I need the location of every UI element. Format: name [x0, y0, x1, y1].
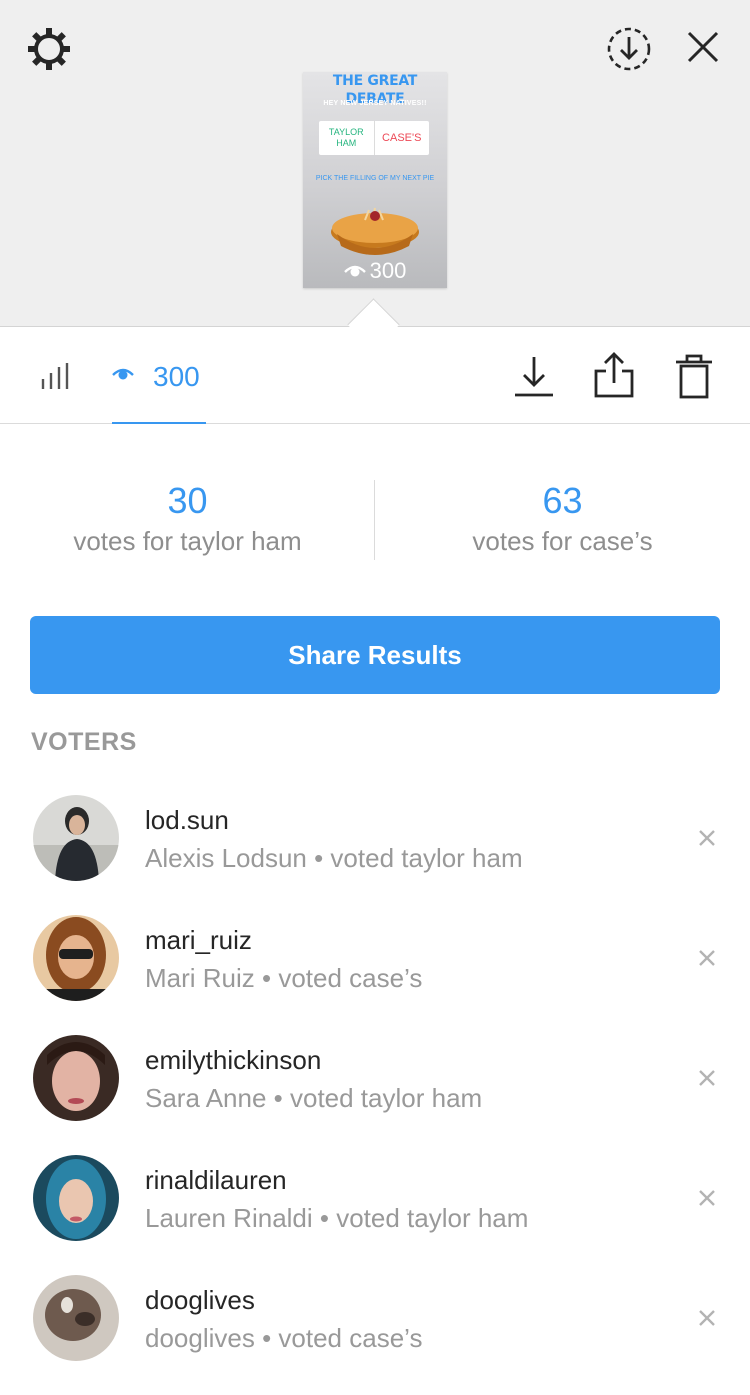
share-button[interactable] [592, 351, 636, 399]
list-item[interactable]: mari_ruiz Mari Ruiz • voted case’s [0, 915, 750, 1035]
poll-results: 30 votes for taylor ham 63 votes for cas… [0, 470, 750, 566]
close-icon [699, 830, 715, 846]
remove-voter-button[interactable] [690, 1301, 724, 1335]
voter-username[interactable]: rinaldilauren [145, 1165, 287, 1196]
share-results-button[interactable]: Share Results [30, 616, 720, 694]
share-icon [594, 352, 634, 398]
tab-insights[interactable] [40, 361, 72, 391]
story-caption: PICK THE FILLING OF MY NEXT PIE [315, 175, 435, 182]
story-thumbnail[interactable]: THE GREAT DEBATE HEY NEW JERSEY NATIVES!… [303, 72, 447, 288]
close-icon [699, 1190, 715, 1206]
close-icon [699, 1070, 715, 1086]
voter-detail: dooglives • voted case’s [145, 1323, 423, 1353]
avatar[interactable] [33, 795, 119, 881]
story-view-count: 300 [303, 258, 447, 284]
avatar[interactable] [33, 1275, 119, 1361]
voter-detail: Alexis Lodsun • voted taylor ham [145, 843, 523, 873]
tab-viewers[interactable]: 300 [112, 327, 206, 423]
remove-voter-button[interactable] [690, 941, 724, 975]
voter-detail: Lauren Rinaldi • voted taylor ham [145, 1203, 529, 1233]
settings-button[interactable] [22, 22, 76, 76]
voters-header: VOTERS [31, 728, 137, 756]
download-circle-icon [607, 27, 651, 71]
poll-sticker: TAYLOR HAM CASE'S [319, 121, 429, 155]
result-count: 63 [542, 480, 583, 521]
voter-username[interactable]: emilythickinson [145, 1045, 321, 1076]
eye-icon [112, 368, 134, 380]
gear-icon [28, 28, 70, 70]
remove-voter-button[interactable] [690, 1061, 724, 1095]
delete-button[interactable] [674, 353, 714, 399]
list-item[interactable]: lod.sun Alexis Lodsun • voted taylor ham [0, 795, 750, 915]
voter-username[interactable]: lod.sun [145, 805, 229, 836]
story-views-value: 300 [369, 258, 407, 283]
save-story-button[interactable] [602, 22, 656, 76]
pie-image [331, 207, 419, 255]
remove-voter-button[interactable] [690, 1181, 724, 1215]
close-icon [699, 1310, 715, 1326]
download-icon [515, 357, 553, 397]
poll-option-taylor-ham: TAYLOR HAM [319, 121, 375, 155]
close-button[interactable] [680, 24, 726, 70]
result-label: votes for taylor ham [73, 526, 302, 556]
list-item[interactable]: rinaldilauren Lauren Rinaldi • voted tay… [0, 1155, 750, 1275]
close-icon [699, 950, 715, 966]
active-tab-indicator [112, 422, 206, 424]
story-subtitle: HEY NEW JERSEY NATIVES!! [323, 100, 427, 107]
voter-username[interactable]: dooglives [145, 1285, 255, 1316]
close-icon [687, 31, 719, 63]
download-button[interactable] [512, 353, 556, 399]
poll-option-cases: CASE'S [382, 131, 422, 144]
eye-icon [343, 265, 366, 277]
insights-tab-bar: 300 [0, 327, 750, 424]
list-item[interactable]: emilythickinson Sara Anne • voted taylor… [0, 1035, 750, 1155]
voter-detail: Sara Anne • voted taylor ham [145, 1083, 483, 1113]
voter-username[interactable]: mari_ruiz [145, 925, 252, 956]
list-item[interactable]: dooglives dooglives • voted case’s [0, 1275, 750, 1395]
result-label: votes for case’s [472, 526, 653, 556]
avatar[interactable] [33, 1155, 119, 1241]
avatar[interactable] [33, 915, 119, 1001]
result-taylor-ham: 30 votes for taylor ham [0, 478, 375, 558]
avatar[interactable] [33, 1035, 119, 1121]
bar-chart-icon [41, 363, 69, 389]
result-cases: 63 votes for case’s [375, 478, 750, 558]
remove-voter-button[interactable] [690, 821, 724, 855]
voter-detail: Mari Ruiz • voted case’s [145, 963, 423, 993]
trash-icon [676, 354, 712, 399]
viewers-count: 300 [153, 361, 200, 392]
story-preview-area: THE GREAT DEBATE HEY NEW JERSEY NATIVES!… [0, 0, 750, 326]
result-count: 30 [167, 480, 208, 521]
